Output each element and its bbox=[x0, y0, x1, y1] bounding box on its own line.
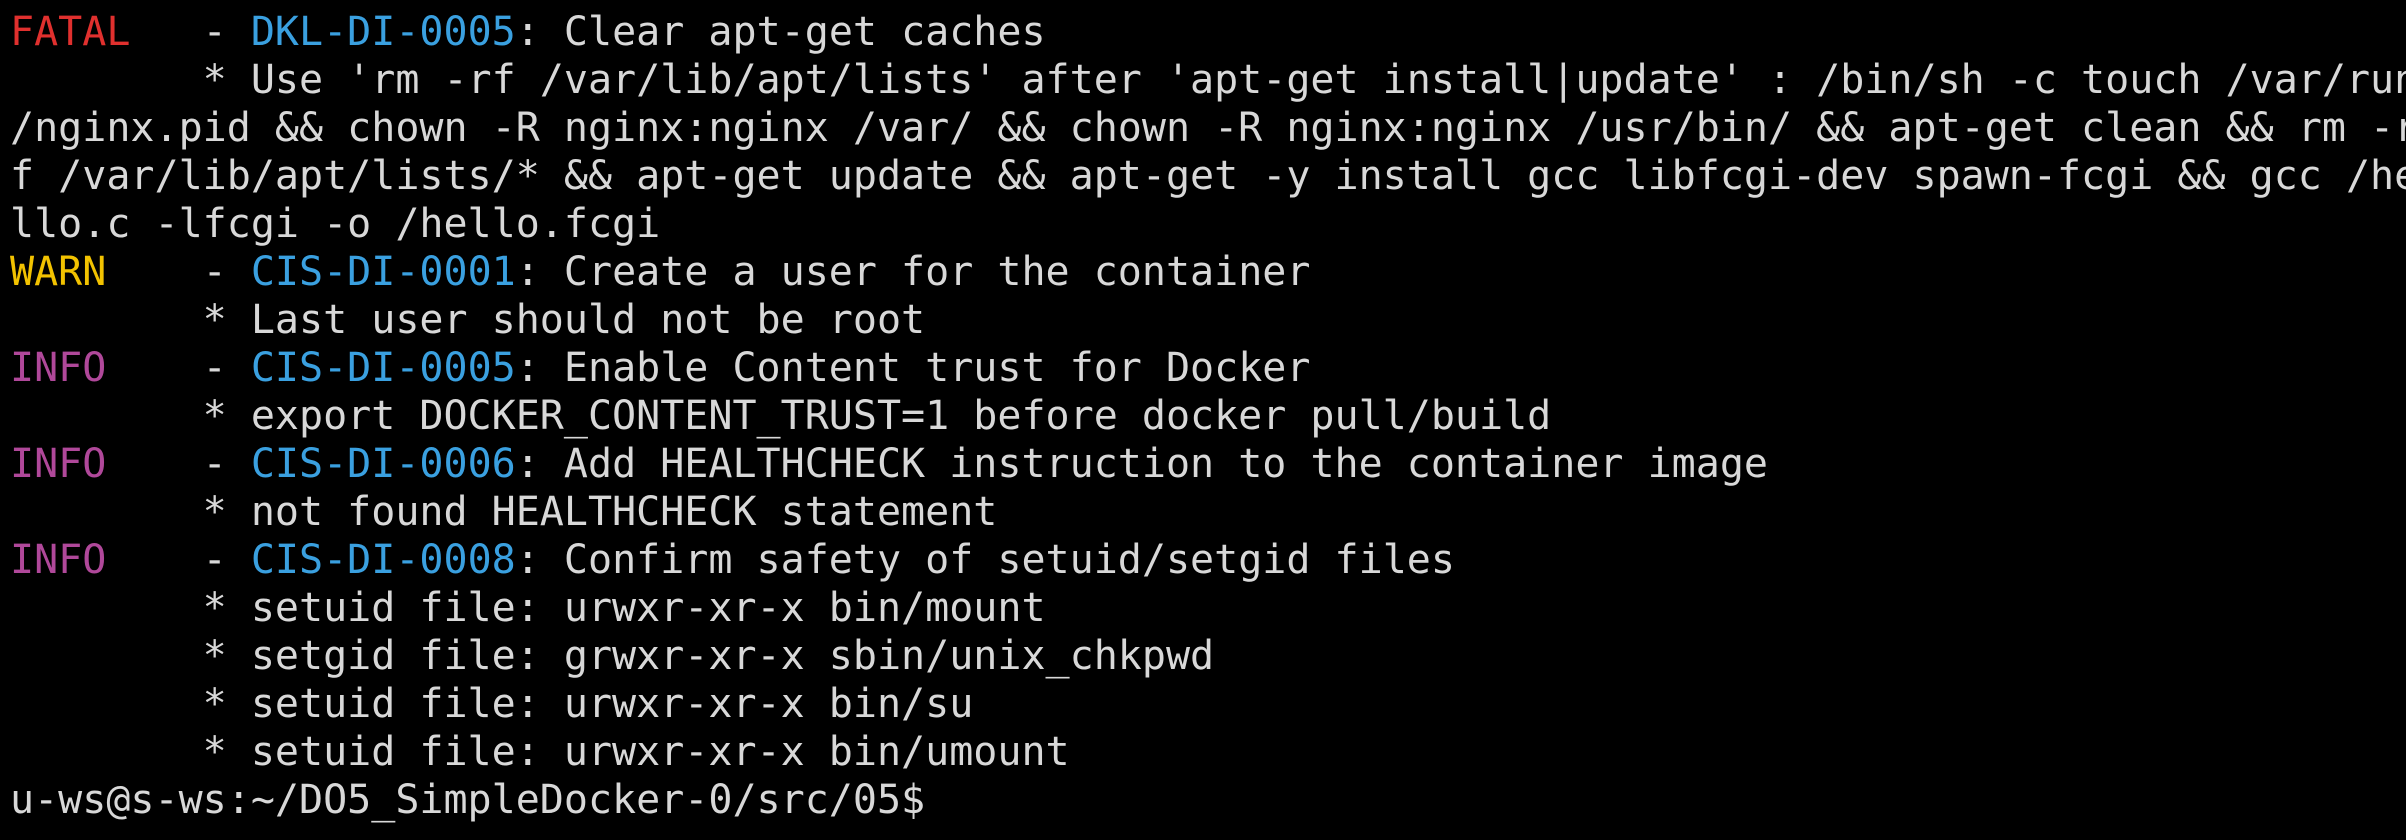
check-title: : Create a user for the container bbox=[515, 249, 1311, 295]
check-code: CIS-DI-0006 bbox=[250, 441, 516, 487]
separator: - bbox=[106, 249, 251, 295]
level-warn-label: WARN bbox=[10, 249, 107, 295]
check-detail-line: * setuid file: urwxr-xr-x bin/umount bbox=[10, 729, 1070, 775]
check-detail-line: * setuid file: urwxr-xr-x bin/mount bbox=[10, 585, 1046, 631]
level-info-label: INFO bbox=[10, 441, 107, 487]
check-detail-line: * not found HEALTHCHECK statement bbox=[10, 489, 998, 535]
check-title: : Confirm safety of setuid/setgid files bbox=[515, 537, 1455, 583]
separator: - bbox=[106, 345, 251, 391]
cursor bbox=[925, 782, 945, 822]
check-detail-line: f /var/lib/apt/lists/* && apt-get update… bbox=[10, 153, 2406, 199]
check-code: CIS-DI-0005 bbox=[250, 345, 516, 391]
check-title: : Add HEALTHCHECK instruction to the con… bbox=[515, 441, 1768, 487]
separator: - bbox=[106, 537, 251, 583]
check-line-info: INFO - CIS-DI-0006: Add HEALTHCHECK inst… bbox=[10, 440, 1768, 488]
shell-prompt: u-ws@s-ws:~/DO5_SimpleDocker-0/src/05$ bbox=[10, 777, 926, 823]
check-line-info: INFO - CIS-DI-0008: Confirm safety of se… bbox=[10, 536, 1455, 584]
check-detail-line: * Use 'rm -rf /var/lib/apt/lists' after … bbox=[10, 57, 2406, 103]
check-title: : Enable Content trust for Docker bbox=[515, 345, 1311, 391]
check-detail-line: * export DOCKER_CONTENT_TRUST=1 before d… bbox=[10, 393, 1552, 439]
terminal-window[interactable]: FATAL - DKL-DI-0005: Clear apt-get cache… bbox=[0, 0, 2406, 840]
check-detail-line: llo.c -lfcgi -o /hello.fcgi bbox=[10, 201, 661, 247]
check-code: CIS-DI-0001 bbox=[250, 249, 516, 295]
check-detail-line: /nginx.pid && chown -R nginx:nginx /var/… bbox=[10, 105, 2406, 151]
check-code: DKL-DI-0005 bbox=[250, 9, 516, 55]
check-line-fatal: FATAL - DKL-DI-0005: Clear apt-get cache… bbox=[10, 8, 1046, 56]
check-line-warn: WARN - CIS-DI-0001: Create a user for th… bbox=[10, 248, 1310, 296]
check-detail-line: * setuid file: urwxr-xr-x bin/su bbox=[10, 681, 974, 727]
level-info-label: INFO bbox=[10, 537, 107, 583]
check-detail-line: * setgid file: grwxr-xr-x sbin/unix_chkp… bbox=[10, 633, 1215, 679]
check-line-info: INFO - CIS-DI-0005: Enable Content trust… bbox=[10, 344, 1310, 392]
level-info-label: INFO bbox=[10, 345, 107, 391]
check-code: CIS-DI-0008 bbox=[250, 537, 516, 583]
shell-prompt-line[interactable]: u-ws@s-ws:~/DO5_SimpleDocker-0/src/05$ bbox=[10, 776, 945, 824]
check-detail-line: * Last user should not be root bbox=[10, 297, 926, 343]
separator: - bbox=[106, 441, 251, 487]
terminal-output: FATAL - DKL-DI-0005: Clear apt-get cache… bbox=[0, 0, 2406, 840]
check-title: : Clear apt-get caches bbox=[515, 9, 1046, 55]
level-fatal-label: FATAL bbox=[10, 9, 131, 55]
separator: - bbox=[130, 9, 251, 55]
